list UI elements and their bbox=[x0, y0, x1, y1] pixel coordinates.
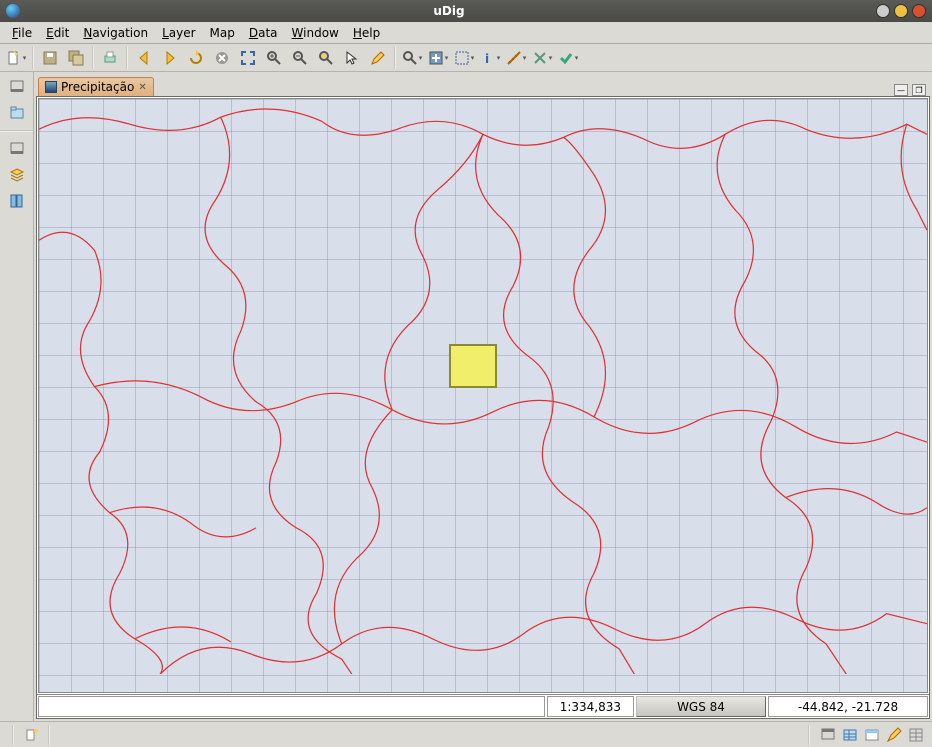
info-tool-button[interactable]: i bbox=[478, 46, 502, 70]
work-area: Precipitação ✕ — ❐ bbox=[0, 72, 932, 721]
catalog-view-button[interactable] bbox=[6, 190, 28, 212]
cursor-tool-button[interactable] bbox=[340, 46, 364, 70]
menubar: File Edit Navigation Layer Map Data Wind… bbox=[0, 22, 932, 44]
zoom-extent-button[interactable] bbox=[236, 46, 260, 70]
tab-label: Precipitação bbox=[61, 80, 134, 94]
map-statusbar: 1:334,833 WGS 84 -44.842, -21.728 bbox=[37, 694, 929, 718]
zoom-in-button[interactable] bbox=[262, 46, 286, 70]
window-close-button[interactable] bbox=[912, 4, 926, 18]
left-views-panel bbox=[0, 72, 34, 721]
trim-separator bbox=[12, 725, 14, 745]
zoom-selection-button[interactable] bbox=[314, 46, 338, 70]
side-separator bbox=[0, 130, 33, 132]
editor-tabs: Precipitação ✕ — ❐ bbox=[36, 74, 930, 96]
properties-view-button[interactable] bbox=[906, 725, 926, 745]
window-title: uDig bbox=[26, 4, 872, 18]
pan-tool-button[interactable] bbox=[426, 46, 450, 70]
projects-view-button[interactable] bbox=[6, 102, 28, 124]
maximize-editor-button[interactable]: ❐ bbox=[912, 84, 926, 96]
menu-edit[interactable]: Edit bbox=[40, 24, 75, 42]
nav-refresh-button[interactable] bbox=[184, 46, 208, 70]
menu-help[interactable]: Help bbox=[347, 24, 386, 42]
selection-marker bbox=[449, 344, 497, 388]
bottom-trim-bar bbox=[0, 721, 932, 747]
toolbar-separator bbox=[394, 47, 396, 69]
window-minimize-button[interactable] bbox=[876, 4, 890, 18]
map-view: 1:334,833 WGS 84 -44.842, -21.728 bbox=[36, 96, 930, 719]
save-button[interactable] bbox=[38, 46, 62, 70]
nav-cancel-button[interactable] bbox=[210, 46, 234, 70]
edit-tool-button[interactable] bbox=[366, 46, 390, 70]
window-titlebar: uDig bbox=[0, 0, 932, 22]
print-button[interactable] bbox=[98, 46, 122, 70]
tab-precipitacao[interactable]: Precipitação ✕ bbox=[38, 77, 154, 96]
menu-window[interactable]: Window bbox=[286, 24, 345, 42]
menu-data[interactable]: Data bbox=[243, 24, 284, 42]
zoom-out-button[interactable] bbox=[288, 46, 312, 70]
layers-view-button[interactable] bbox=[6, 164, 28, 186]
main-toolbar: i bbox=[0, 44, 932, 72]
measure-tool-button[interactable] bbox=[504, 46, 528, 70]
minimize-view-button[interactable] bbox=[6, 76, 28, 98]
restore-view-button[interactable] bbox=[818, 725, 838, 745]
outline-view-button[interactable] bbox=[862, 725, 882, 745]
menu-layer[interactable]: Layer bbox=[156, 24, 201, 42]
map-tab-icon bbox=[45, 81, 57, 93]
style-view-button[interactable] bbox=[884, 725, 904, 745]
coordinates-readout: -44.842, -21.728 bbox=[768, 696, 928, 717]
toolbar-separator bbox=[32, 47, 34, 69]
save-all-button[interactable] bbox=[64, 46, 88, 70]
menu-navigation[interactable]: Navigation bbox=[77, 24, 154, 42]
trim-separator bbox=[48, 725, 50, 745]
minimize-editor-button[interactable]: — bbox=[894, 84, 908, 96]
table-view-button[interactable] bbox=[840, 725, 860, 745]
minimize-view-button-2[interactable] bbox=[6, 138, 28, 160]
crs-button[interactable]: WGS 84 bbox=[636, 696, 766, 717]
svg-text:i: i bbox=[485, 52, 489, 66]
commit-button[interactable] bbox=[556, 46, 580, 70]
editor-area: Precipitação ✕ — ❐ bbox=[34, 72, 932, 721]
toolbar-separator bbox=[126, 47, 128, 69]
split-tool-button[interactable] bbox=[530, 46, 554, 70]
trim-separator bbox=[808, 725, 810, 745]
menu-map[interactable]: Map bbox=[204, 24, 241, 42]
nav-forward-button[interactable] bbox=[158, 46, 182, 70]
toolbar-separator bbox=[92, 47, 94, 69]
window-maximize-button[interactable] bbox=[894, 4, 908, 18]
search-tool-button[interactable] bbox=[400, 46, 424, 70]
wizard-button[interactable] bbox=[22, 725, 42, 745]
nav-back-button[interactable] bbox=[132, 46, 156, 70]
scale-field[interactable]: 1:334,833 bbox=[547, 696, 634, 717]
map-canvas[interactable] bbox=[38, 98, 928, 693]
status-spacer bbox=[38, 696, 545, 717]
new-button[interactable] bbox=[4, 46, 28, 70]
close-tab-button[interactable]: ✕ bbox=[138, 82, 146, 93]
menu-file[interactable]: File bbox=[6, 24, 38, 42]
app-icon bbox=[6, 4, 20, 18]
select-tool-button[interactable] bbox=[452, 46, 476, 70]
